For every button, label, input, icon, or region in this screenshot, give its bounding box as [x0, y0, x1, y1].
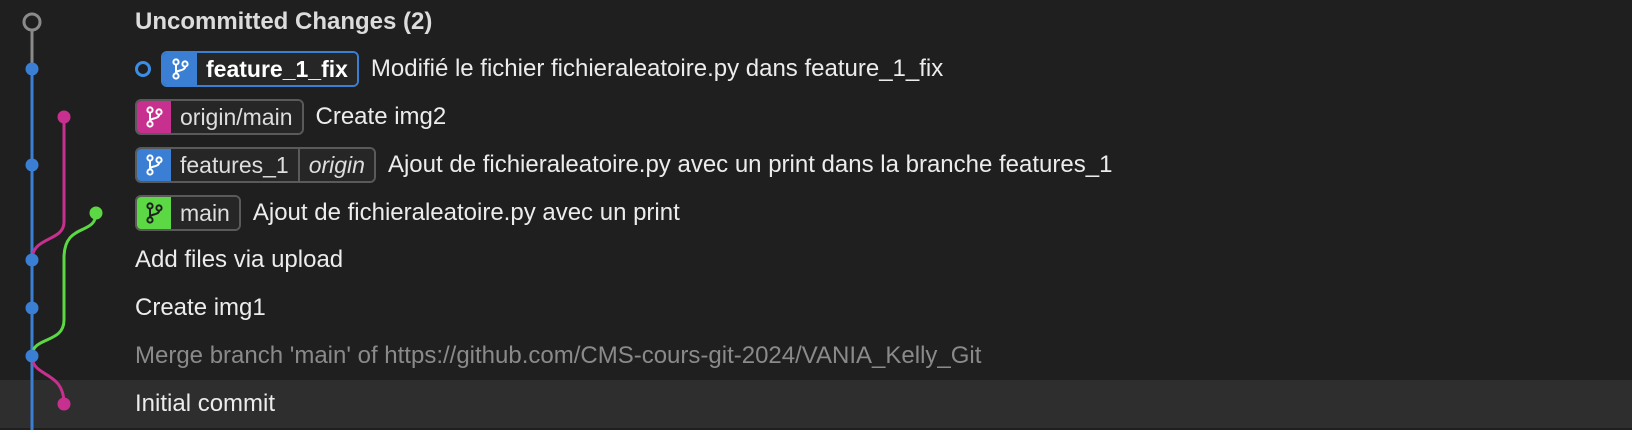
commit-row-features-1[interactable]: features_1 origin Ajout de fichieraleato… — [0, 141, 1632, 189]
branch-name: main — [171, 197, 239, 229]
commit-message: Create img2 — [315, 103, 447, 130]
commit-message: Ajout de fichieraleatoire.py avec un pri… — [387, 151, 1113, 178]
commit-message: Add files via upload — [135, 246, 344, 273]
branch-badge-feature-1-fix[interactable]: feature_1_fix — [161, 51, 359, 87]
head-indicator-icon — [135, 61, 151, 77]
commit-message: Initial commit — [135, 390, 276, 417]
branch-badge-features-1[interactable]: features_1 origin — [135, 147, 376, 183]
commit-message: Create img1 — [135, 294, 266, 321]
branch-badge-origin-main[interactable]: origin/main — [135, 99, 304, 135]
branch-name: feature_1_fix — [197, 53, 357, 85]
uncommitted-changes-label: Uncommitted Changes (2) — [135, 8, 433, 35]
commit-row-uncommitted[interactable]: Uncommitted Changes (2) — [0, 0, 1632, 46]
commit-row-origin-main[interactable]: origin/main Create img2 — [0, 93, 1632, 141]
git-graph-view: Uncommitted Changes (2) feature_1_fix Mo… — [0, 0, 1632, 430]
branch-badge-main[interactable]: main — [135, 195, 241, 231]
branch-name: features_1 — [171, 149, 298, 181]
commit-row-initial-content[interactable]: Initial commit — [0, 380, 1632, 428]
commit-row-add-files[interactable]: Add files via upload — [0, 236, 1632, 284]
commit-message: Merge branch 'main' of https://github.co… — [135, 342, 982, 369]
git-branch-icon — [137, 101, 171, 133]
commit-message: Ajout de fichieraleatoire.py avec un pri… — [252, 199, 680, 226]
remote-name: origin — [297, 149, 374, 181]
commit-message: Modifié le fichier fichieraleatoire.py d… — [370, 55, 944, 82]
git-branch-icon — [137, 197, 171, 229]
commit-row-feature-1-fix[interactable]: feature_1_fix Modifié le fichier fichier… — [0, 45, 1632, 93]
commit-row-create-img1[interactable]: Create img1 — [0, 284, 1632, 332]
branch-name: origin/main — [171, 101, 302, 133]
git-branch-icon — [137, 149, 171, 181]
commit-row-merge[interactable]: Merge branch 'main' of https://github.co… — [0, 332, 1632, 380]
git-branch-icon — [163, 53, 197, 85]
commit-row-main[interactable]: main Ajout de fichieraleatoire.py avec u… — [0, 189, 1632, 237]
